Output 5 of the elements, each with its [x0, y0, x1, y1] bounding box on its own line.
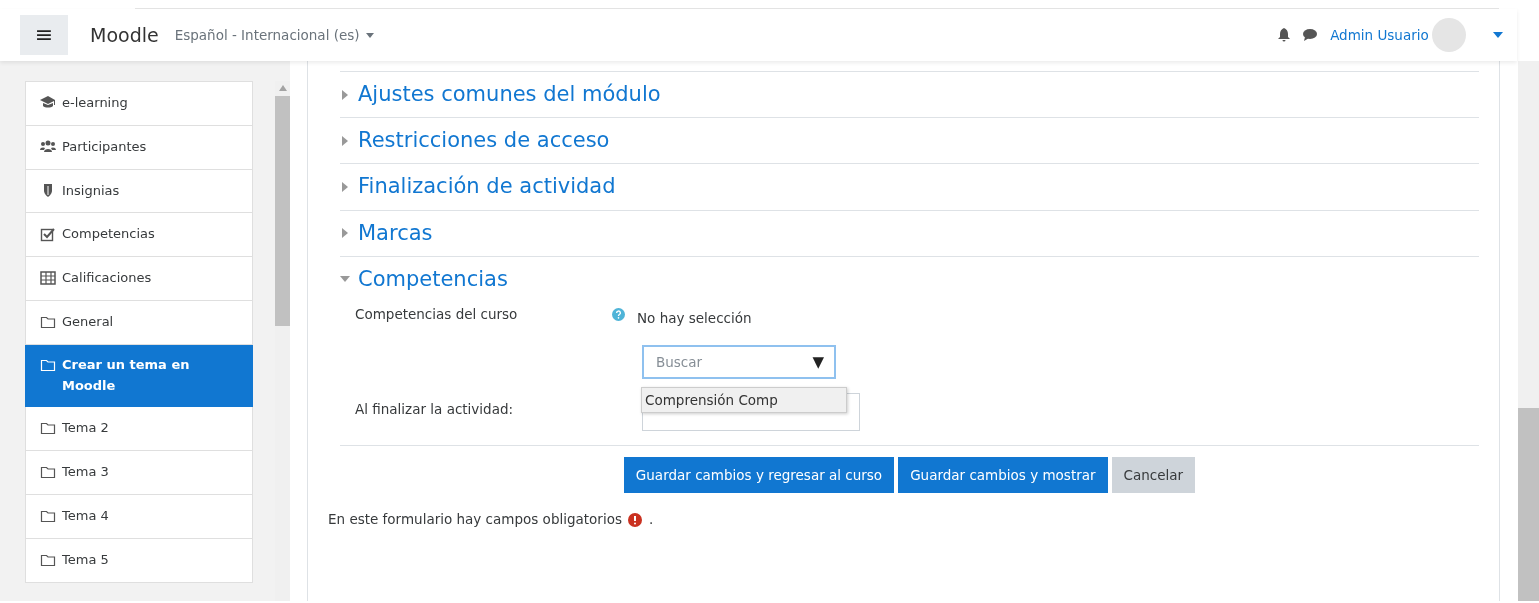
required-fields-note: En este formulario hay campos obligatorios: [328, 510, 622, 530]
field-label: Competencias del curso: [355, 304, 519, 324]
selection-text: No hay selección: [637, 308, 752, 328]
field-label: Al finalizar la actividad:: [355, 400, 515, 420]
punctuation-text: .: [648, 510, 654, 530]
